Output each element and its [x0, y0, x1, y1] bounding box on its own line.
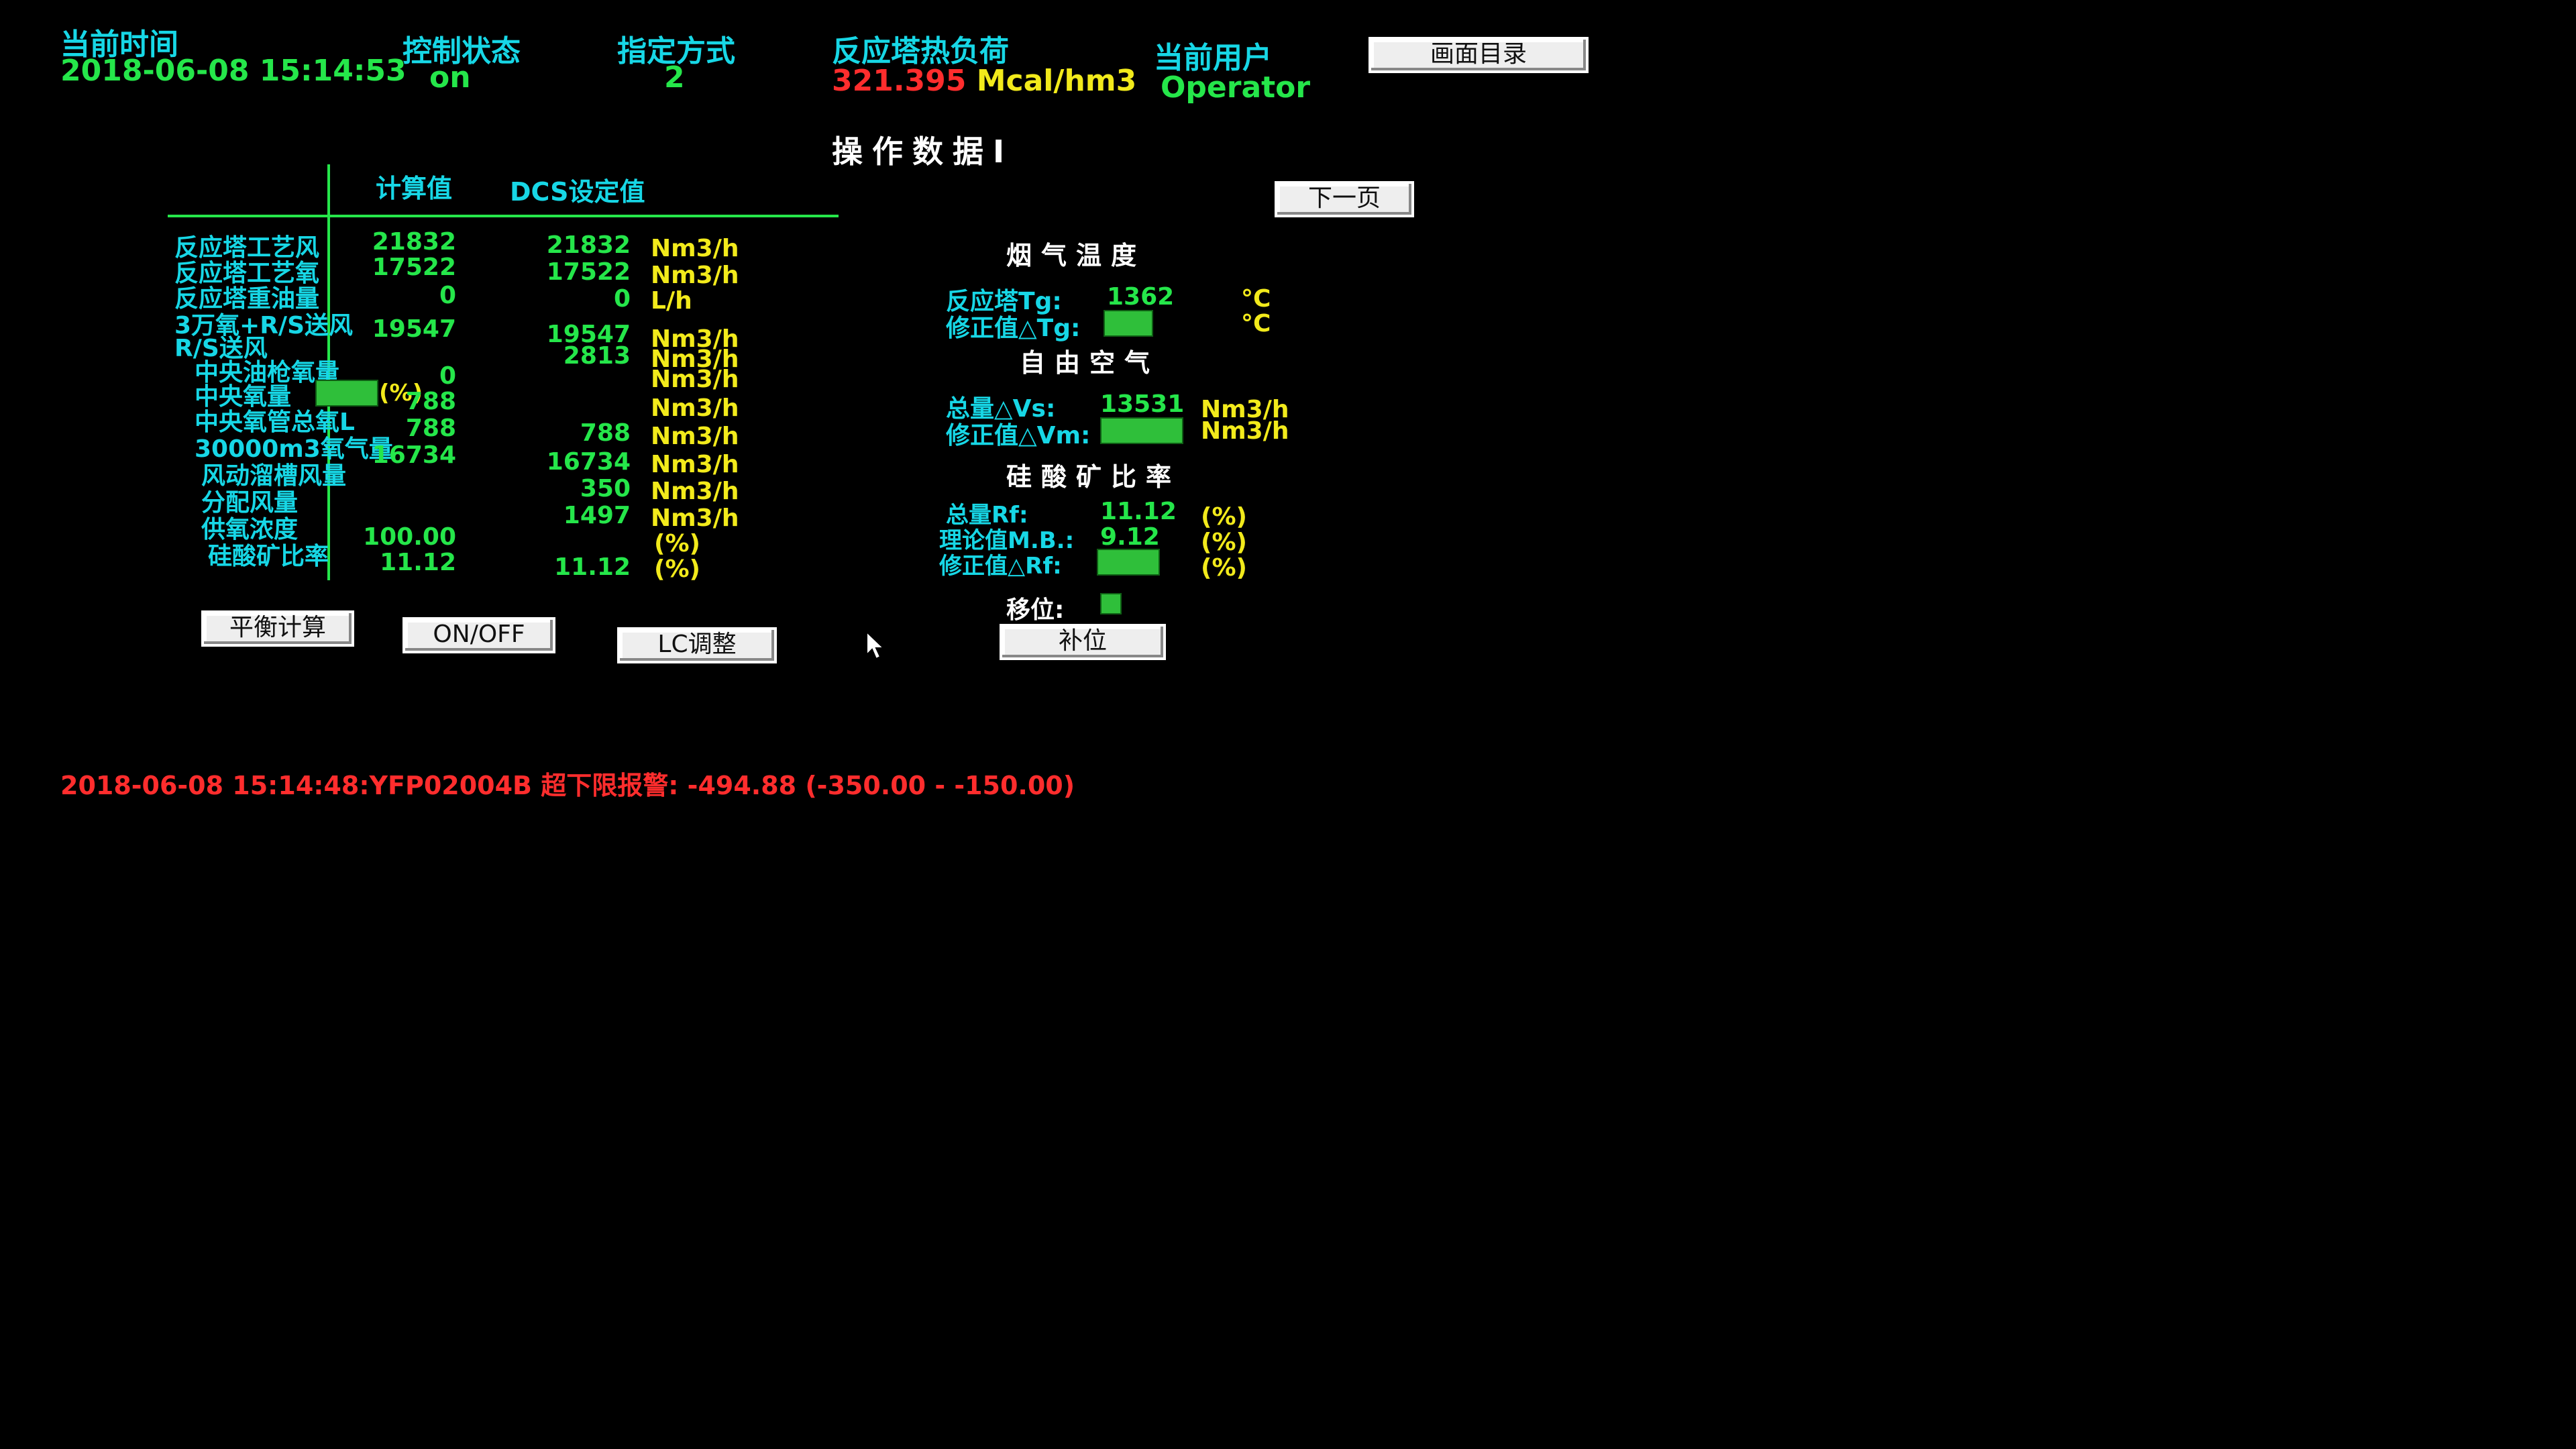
- tg-corr-unit: °C: [1241, 310, 1271, 337]
- row-calc-oxygen-concentration: 100.00: [363, 523, 456, 551]
- rf-value: 11.12: [1100, 498, 1177, 525]
- row-unit-reactor-oxygen: Nm3/h: [651, 262, 739, 289]
- row-unit-center-oxygen: Nm3/h: [651, 394, 739, 422]
- column-header-calc: 计算值: [376, 174, 453, 203]
- row-calc-heavy-oil: 0: [439, 282, 456, 309]
- row-unit-oxygen-30000: Nm3/h: [651, 451, 739, 478]
- row-unit-center-oxygen-total: Nm3/h: [651, 423, 739, 450]
- row-label-silicate-ratio: 硅酸矿比率: [208, 543, 329, 570]
- row-calc-silicate-ratio: 11.12: [380, 549, 456, 576]
- row-unit-air-chute: Nm3/h: [651, 478, 739, 505]
- screen: 当前时间 2018-06-08 15:14:53 控制状态 on 指定方式 2 …: [0, 0, 2576, 1449]
- control-status-value: on: [429, 60, 471, 95]
- heat-load-readout: 321.395 Mcal/hm3: [832, 64, 1136, 98]
- mode-value: 2: [664, 60, 685, 95]
- row-unit-center-lance-oxygen: Nm3/h: [651, 366, 739, 393]
- user-value: Operator: [1161, 70, 1311, 105]
- tg-corr-label: 修正值△Tg:: [946, 315, 1081, 342]
- lc-adjust-button[interactable]: LC调整: [617, 627, 777, 663]
- mouse-cursor-icon: [865, 630, 885, 663]
- vs-value: 13531: [1100, 390, 1185, 418]
- tg-unit: °C: [1241, 285, 1271, 313]
- table-header-divider: [168, 215, 839, 217]
- row-dcs-reactor-oxygen: 17522: [546, 258, 631, 286]
- heat-load-value: 321.395: [832, 64, 967, 98]
- vm-unit: Nm3/h: [1201, 417, 1289, 445]
- row-dcs-distribution-air: 1497: [563, 502, 631, 529]
- row-unit-distribution-air: Nm3/h: [651, 504, 739, 532]
- row-unit-silicate-ratio: (%): [654, 555, 700, 583]
- row-calc-oxygen-30000: 16734: [372, 441, 456, 469]
- mb-unit: (%): [1201, 529, 1247, 556]
- row-calc-reactor-oxygen: 17522: [372, 254, 456, 281]
- column-header-dcs: DCS设定值: [510, 177, 645, 207]
- vm-corr-input[interactable]: [1100, 417, 1183, 444]
- row-unit-oxygen-concentration: (%): [654, 530, 700, 557]
- heat-load-unit: Mcal/hm3: [976, 64, 1137, 98]
- row-dcs-center-oxygen-total: 788: [580, 419, 631, 447]
- row-dcs-rs-air: 2813: [563, 342, 631, 370]
- vm-label: 修正值△Vm:: [946, 422, 1091, 449]
- rf-corr-input[interactable]: [1097, 549, 1160, 576]
- bias-reset-button[interactable]: 补位: [1000, 624, 1166, 660]
- row-unit-reactor-air: Nm3/h: [651, 235, 739, 262]
- shift-indicator[interactable]: [1100, 593, 1122, 614]
- row-calc-oxygen-rs-air: 19547: [372, 315, 456, 343]
- menu-button[interactable]: 画面目录: [1368, 37, 1589, 73]
- next-page-button[interactable]: 下一页: [1275, 181, 1414, 217]
- row-unit-heavy-oil: L/h: [651, 287, 692, 315]
- rf-corr-unit: (%): [1201, 554, 1247, 582]
- silicate-title: 硅酸矿比率: [1006, 462, 1181, 492]
- row-calc-reactor-air: 21832: [372, 228, 456, 256]
- row-calc-center-oxygen: 788: [405, 388, 456, 415]
- tg-value: 1362: [1107, 283, 1175, 311]
- mb-value: 9.12: [1100, 523, 1160, 551]
- page-title: 操作数据I: [832, 133, 1014, 170]
- row-dcs-oxygen-30000: 16734: [546, 448, 631, 476]
- balance-calc-button[interactable]: 平衡计算: [201, 610, 354, 647]
- flue-gas-title: 烟气温度: [1006, 241, 1146, 270]
- free-air-title: 自由空气: [1020, 348, 1160, 378]
- row-dcs-air-chute: 350: [580, 475, 631, 502]
- rf-corr-label: 修正值△Rf:: [939, 553, 1062, 580]
- tg-corr-input[interactable]: [1104, 310, 1153, 337]
- current-time-value: 2018-06-08 15:14:53: [60, 54, 407, 88]
- row-dcs-heavy-oil: 0: [613, 285, 631, 313]
- row-dcs-reactor-air: 21832: [546, 231, 631, 259]
- on-off-button[interactable]: ON/OFF: [402, 617, 555, 653]
- alarm-message: 2018-06-08 15:14:48:YFP02004B 超下限报警: -49…: [60, 771, 1075, 800]
- row-dcs-silicate-ratio: 11.12: [554, 553, 631, 581]
- rf-unit: (%): [1201, 503, 1247, 531]
- shift-label: 移位:: [1006, 596, 1065, 624]
